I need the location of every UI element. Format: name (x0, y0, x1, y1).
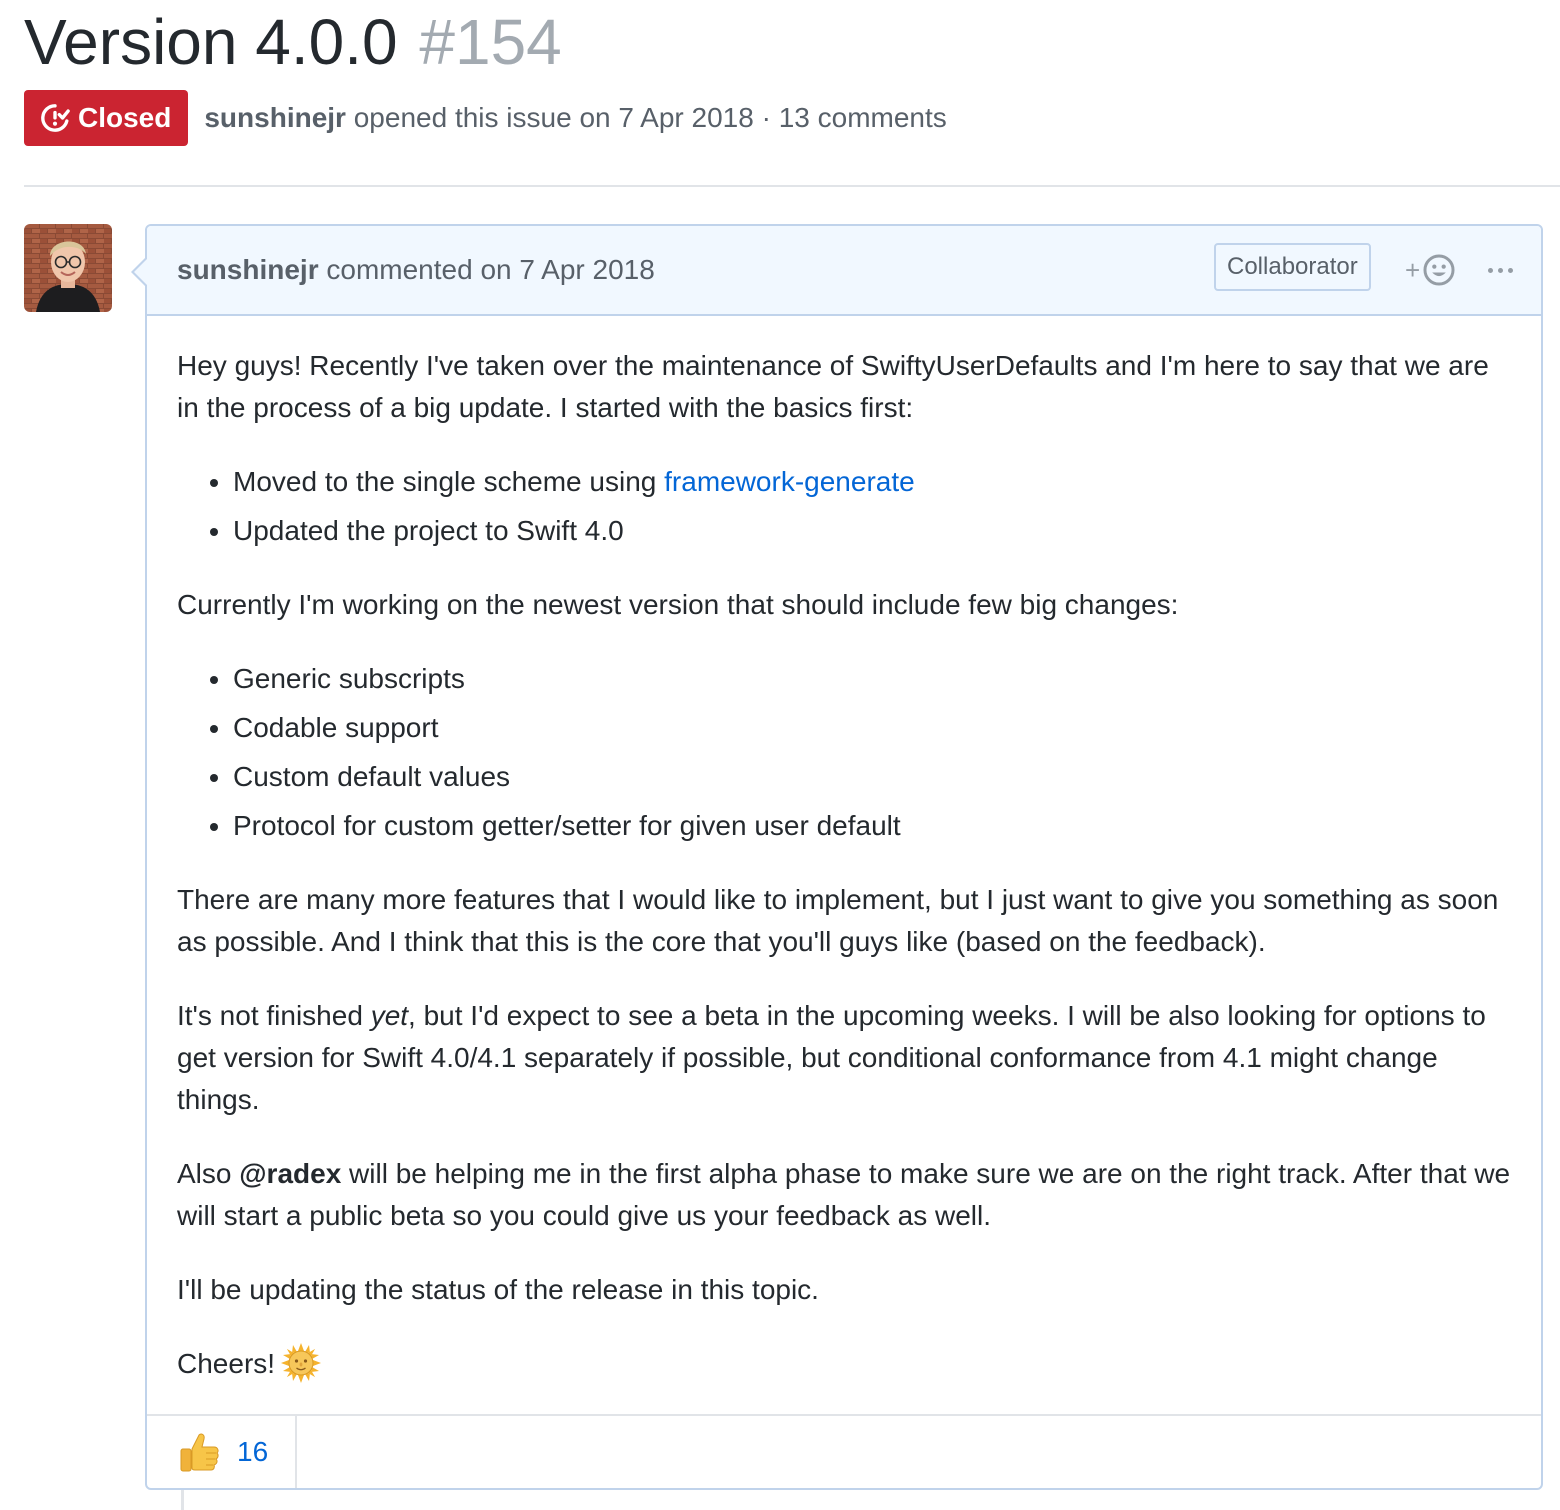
issue-title: Version 4.0.0 #154 (24, 2, 562, 82)
list-item: Updated the project to Swift 4.0 (233, 510, 1512, 552)
text-segment: Cheers! (177, 1348, 276, 1379)
comment-author-link[interactable]: sunshinejr (177, 254, 319, 285)
framework-generate-link[interactable]: framework-generate (664, 466, 915, 497)
sun-with-face-emoji (281, 1343, 322, 1383)
text-segment: It's not finished (177, 1000, 371, 1031)
more-options-button[interactable] (1485, 250, 1515, 290)
body-paragraph: Also @radex will be helping me in the fi… (177, 1153, 1512, 1237)
add-reaction-button[interactable]: + (1405, 250, 1456, 290)
comment-box: sunshinejr commented on 7 Apr 2018 Colla… (131, 224, 1543, 1490)
smiley-icon (1423, 254, 1455, 286)
plus-icon: + (1405, 254, 1421, 285)
body-paragraph: Cheers! (177, 1343, 1512, 1385)
comment-header: sunshinejr commented on 7 Apr 2018 Colla… (147, 226, 1541, 316)
avatar-image (24, 224, 112, 312)
comment-arrow-fill (134, 258, 148, 286)
comment-timestamp[interactable]: commented on 7 Apr 2018 (319, 254, 654, 285)
reactions-bar: 16 (147, 1414, 1541, 1488)
body-paragraph: I'll be updating the status of the relea… (177, 1274, 819, 1305)
issue-page: Version 4.0.0 #154 Closed sunshinejr ope… (0, 0, 1560, 1510)
issue-number: #154 (419, 6, 562, 78)
list-item: Protocol for custom getter/setter for gi… (233, 805, 1512, 847)
emphasis-text: yet (370, 1000, 409, 1031)
changes-list: Generic subscripts Codable support Custo… (177, 658, 1512, 847)
list-item: Codable support (233, 707, 1512, 749)
list-item: Custom default values (233, 756, 1512, 798)
kebab-dot-icon (1497, 267, 1503, 273)
body-paragraph: Currently I'm working on the newest vers… (177, 589, 1179, 620)
issue-meta-details: opened this issue on 7 Apr 2018 · 13 com… (345, 102, 947, 133)
header-divider (24, 185, 1560, 187)
state-label: Closed (78, 102, 172, 133)
text-segment: will be helping me in the first alpha ph… (177, 1158, 1511, 1231)
issue-author-link[interactable]: sunshinejr (204, 102, 346, 133)
thumbs-up-reaction-button[interactable]: 16 (147, 1416, 297, 1488)
issue-meta: Closed sunshinejr opened this issue on 7… (24, 90, 947, 146)
list-item: Generic subscripts (233, 658, 1512, 700)
kebab-dot-icon (1507, 267, 1513, 273)
collaborator-label: Collaborator (1214, 243, 1371, 291)
body-paragraph: There are many more features that I woul… (177, 884, 1499, 957)
thumbs-up-emoji (180, 1433, 219, 1472)
kebab-dot-icon (1487, 267, 1493, 273)
list-item: Moved to the single scheme using framewo… (233, 461, 1512, 503)
issue-meta-text: sunshinejr opened this issue on 7 Apr 20… (204, 102, 946, 134)
thumbs-up-count: 16 (237, 1436, 269, 1467)
avatar[interactable] (24, 224, 112, 312)
basics-list: Moved to the single scheme using framewo… (177, 461, 1512, 552)
issue-title-text: Version 4.0.0 (24, 6, 398, 78)
comment-body: Hey guys! Recently I've taken over the m… (177, 345, 1512, 1417)
body-paragraph: Hey guys! Recently I've taken over the m… (177, 350, 1489, 423)
state-badge: Closed (24, 90, 189, 146)
user-mention-link[interactable]: @radex (239, 1158, 341, 1189)
body-paragraph: It's not finished yet, but I'd expect to… (177, 995, 1512, 1121)
issue-closed-icon (41, 104, 70, 132)
list-item-text: Moved to the single scheme using (233, 466, 665, 497)
timeline-line (181, 1490, 184, 1510)
text-segment: Also (177, 1158, 240, 1189)
comment-heading: sunshinejr commented on 7 Apr 2018 (177, 250, 655, 290)
